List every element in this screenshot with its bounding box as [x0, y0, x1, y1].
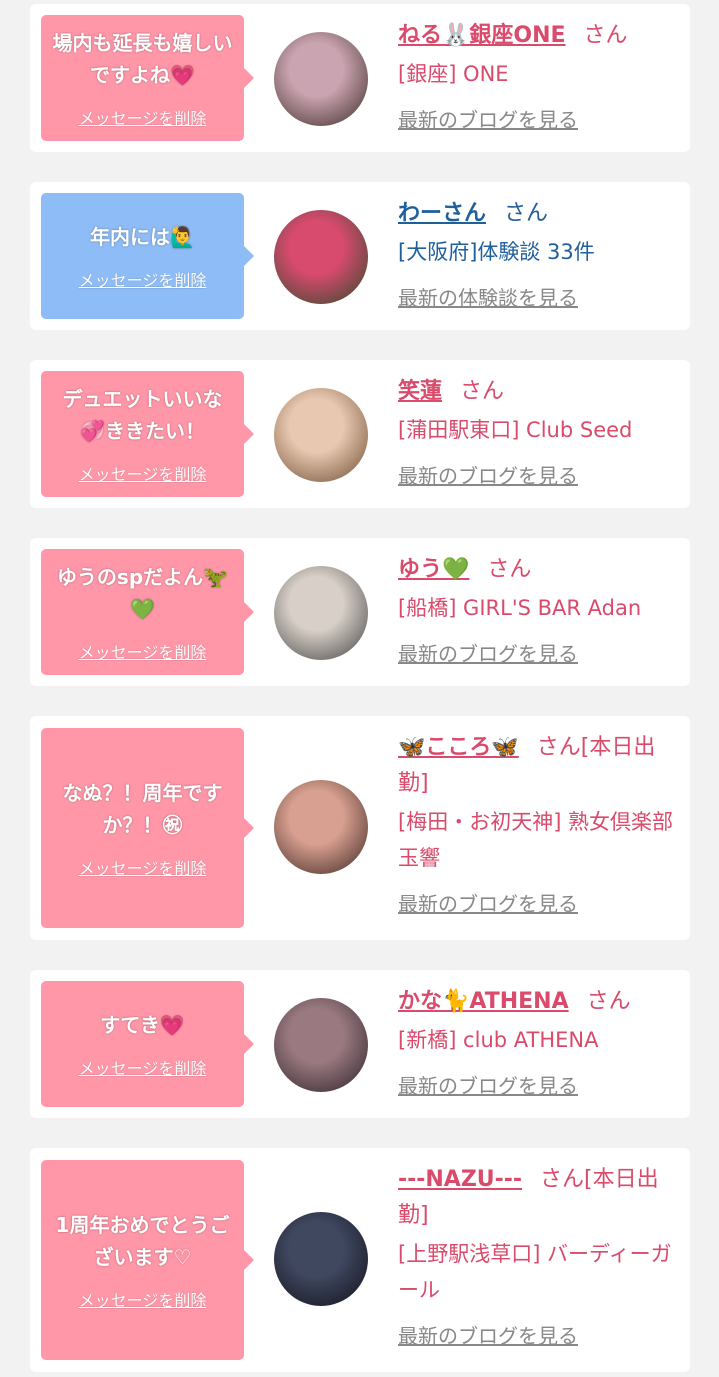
profile-name-link[interactable]: ---NAZU---: [398, 1167, 522, 1192]
honorific: さん: [487, 557, 532, 582]
message-bubble: すてき💗 メッセージを削除: [41, 981, 254, 1107]
message-card: 年内には🙋‍♂️ メッセージを削除 わーさん さん [大阪府]体験談 33件 最新…: [30, 182, 690, 330]
profile-info: かな🐈ATHENA さん [新橋] club ATHENA 最新のブログを見る: [398, 984, 678, 1099]
message-text: ゆうのspだよん🦖💚: [56, 565, 229, 621]
delete-message-link[interactable]: メッセージを削除: [79, 1055, 207, 1079]
profile-name-link[interactable]: 🦋こころ🦋: [398, 735, 519, 760]
profile-name-link[interactable]: わーさん: [398, 201, 486, 226]
name-line: 🦋こころ🦋 さん[本日出勤]: [398, 730, 678, 802]
message-text: すてき💗: [100, 1013, 185, 1037]
delete-message-link[interactable]: メッセージを削除: [79, 267, 207, 291]
avatar[interactable]: [274, 32, 368, 126]
latest-post-link[interactable]: 最新のブログを見る: [398, 888, 678, 917]
latest-post-link[interactable]: 最新の体験談を見る: [398, 282, 678, 311]
delete-message-link[interactable]: メッセージを削除: [79, 639, 207, 663]
message-bubble: ゆうのspだよん🦖💚 メッセージを削除: [41, 549, 254, 675]
name-line: ゆう💚 さん: [398, 552, 678, 588]
message-text: 場内も延長も嬉しいですよね💗: [52, 31, 233, 87]
shop-info: [蒲田駅東口] Club Seed: [398, 418, 633, 442]
message-card: なぬ？！周年ですか？！㊗ メッセージを削除 🦋こころ🦋 さん[本日出勤] [梅田・…: [30, 716, 690, 940]
message-text: デュエットいいな💞ききたい！: [62, 387, 223, 443]
message-bubble: なぬ？！周年ですか？！㊗ メッセージを削除: [41, 728, 254, 928]
honorific: さん: [460, 379, 505, 404]
message-bubble: 場内も延長も嬉しいですよね💗 メッセージを削除: [41, 15, 254, 141]
latest-post-link[interactable]: 最新のブログを見る: [398, 1320, 678, 1349]
shop-info: [船橋] GIRL'S BAR Adan: [398, 596, 642, 620]
latest-post-link[interactable]: 最新のブログを見る: [398, 460, 678, 489]
avatar[interactable]: [274, 566, 368, 660]
avatar[interactable]: [274, 388, 368, 482]
delete-message-link[interactable]: メッセージを削除: [79, 461, 207, 485]
profile-name-link[interactable]: 笑蓮: [398, 379, 442, 404]
name-line: ねる🐰銀座ONE さん: [398, 18, 678, 54]
message-bubble: 1周年おめでとうございます♡ メッセージを削除: [41, 1160, 254, 1360]
honorific: さん: [586, 989, 631, 1014]
profile-name-link[interactable]: ゆう💚: [398, 557, 469, 582]
message-bubble: 年内には🙋‍♂️ メッセージを削除: [41, 193, 254, 319]
shop-info: [銀座] ONE: [398, 62, 509, 86]
message-text: 年内には🙋‍♂️: [90, 225, 195, 249]
profile-info: 笑蓮 さん [蒲田駅東口] Club Seed 最新のブログを見る: [398, 374, 678, 489]
message-text: 1周年おめでとうございます♡: [55, 1213, 230, 1269]
profile-info: 🦋こころ🦋 さん[本日出勤] [梅田・お初天神] 熟女倶楽部 玉響 最新のブログを…: [398, 730, 678, 917]
message-card: 1周年おめでとうございます♡ メッセージを削除 ---NAZU--- さん[本日出…: [30, 1148, 690, 1372]
name-line: わーさん さん: [398, 196, 678, 232]
avatar[interactable]: [274, 1212, 368, 1306]
profile-info: ゆう💚 さん [船橋] GIRL'S BAR Adan 最新のブログを見る: [398, 552, 678, 667]
message-bubble: デュエットいいな💞ききたい！ メッセージを削除: [41, 371, 254, 497]
shop-info: [新橋] club ATHENA: [398, 1028, 599, 1052]
message-card: すてき💗 メッセージを削除 かな🐈ATHENA さん [新橋] club ATHE…: [30, 970, 690, 1118]
latest-post-link[interactable]: 最新のブログを見る: [398, 638, 678, 667]
message-card: ゆうのspだよん🦖💚 メッセージを削除 ゆう💚 さん [船橋] GIRL'S BA…: [30, 538, 690, 686]
latest-post-link[interactable]: 最新のブログを見る: [398, 1070, 678, 1099]
message-text: なぬ？！周年ですか？！㊗: [62, 781, 223, 837]
message-card: デュエットいいな💞ききたい！ メッセージを削除 笑蓮 さん [蒲田駅東口] Clu…: [30, 360, 690, 508]
honorific: さん: [504, 201, 549, 226]
honorific: さん: [583, 23, 628, 48]
profile-name-link[interactable]: かな🐈ATHENA: [398, 989, 569, 1014]
profile-info: ---NAZU--- さん[本日出勤] [上野駅浅草口] バーディーガール 最新の…: [398, 1162, 678, 1349]
shop-info: [大阪府]体験談 33件: [398, 240, 595, 264]
name-line: ---NAZU--- さん[本日出勤]: [398, 1162, 678, 1234]
name-line: かな🐈ATHENA さん: [398, 984, 678, 1020]
delete-message-link[interactable]: メッセージを削除: [79, 855, 207, 879]
shop-info: [上野駅浅草口] バーディーガール: [398, 1242, 672, 1302]
avatar[interactable]: [274, 210, 368, 304]
delete-message-link[interactable]: メッセージを削除: [79, 1287, 207, 1311]
name-line: 笑蓮 さん: [398, 374, 678, 410]
avatar[interactable]: [274, 780, 368, 874]
shop-info: [梅田・お初天神] 熟女倶楽部 玉響: [398, 810, 674, 870]
message-card: 場内も延長も嬉しいですよね💗 メッセージを削除 ねる🐰銀座ONE さん [銀座] …: [30, 4, 690, 152]
avatar[interactable]: [274, 998, 368, 1092]
delete-message-link[interactable]: メッセージを削除: [79, 105, 207, 129]
latest-post-link[interactable]: 最新のブログを見る: [398, 104, 678, 133]
profile-info: わーさん さん [大阪府]体験談 33件 最新の体験談を見る: [398, 196, 678, 311]
profile-name-link[interactable]: ねる🐰銀座ONE: [398, 23, 566, 48]
profile-info: ねる🐰銀座ONE さん [銀座] ONE 最新のブログを見る: [398, 18, 678, 133]
